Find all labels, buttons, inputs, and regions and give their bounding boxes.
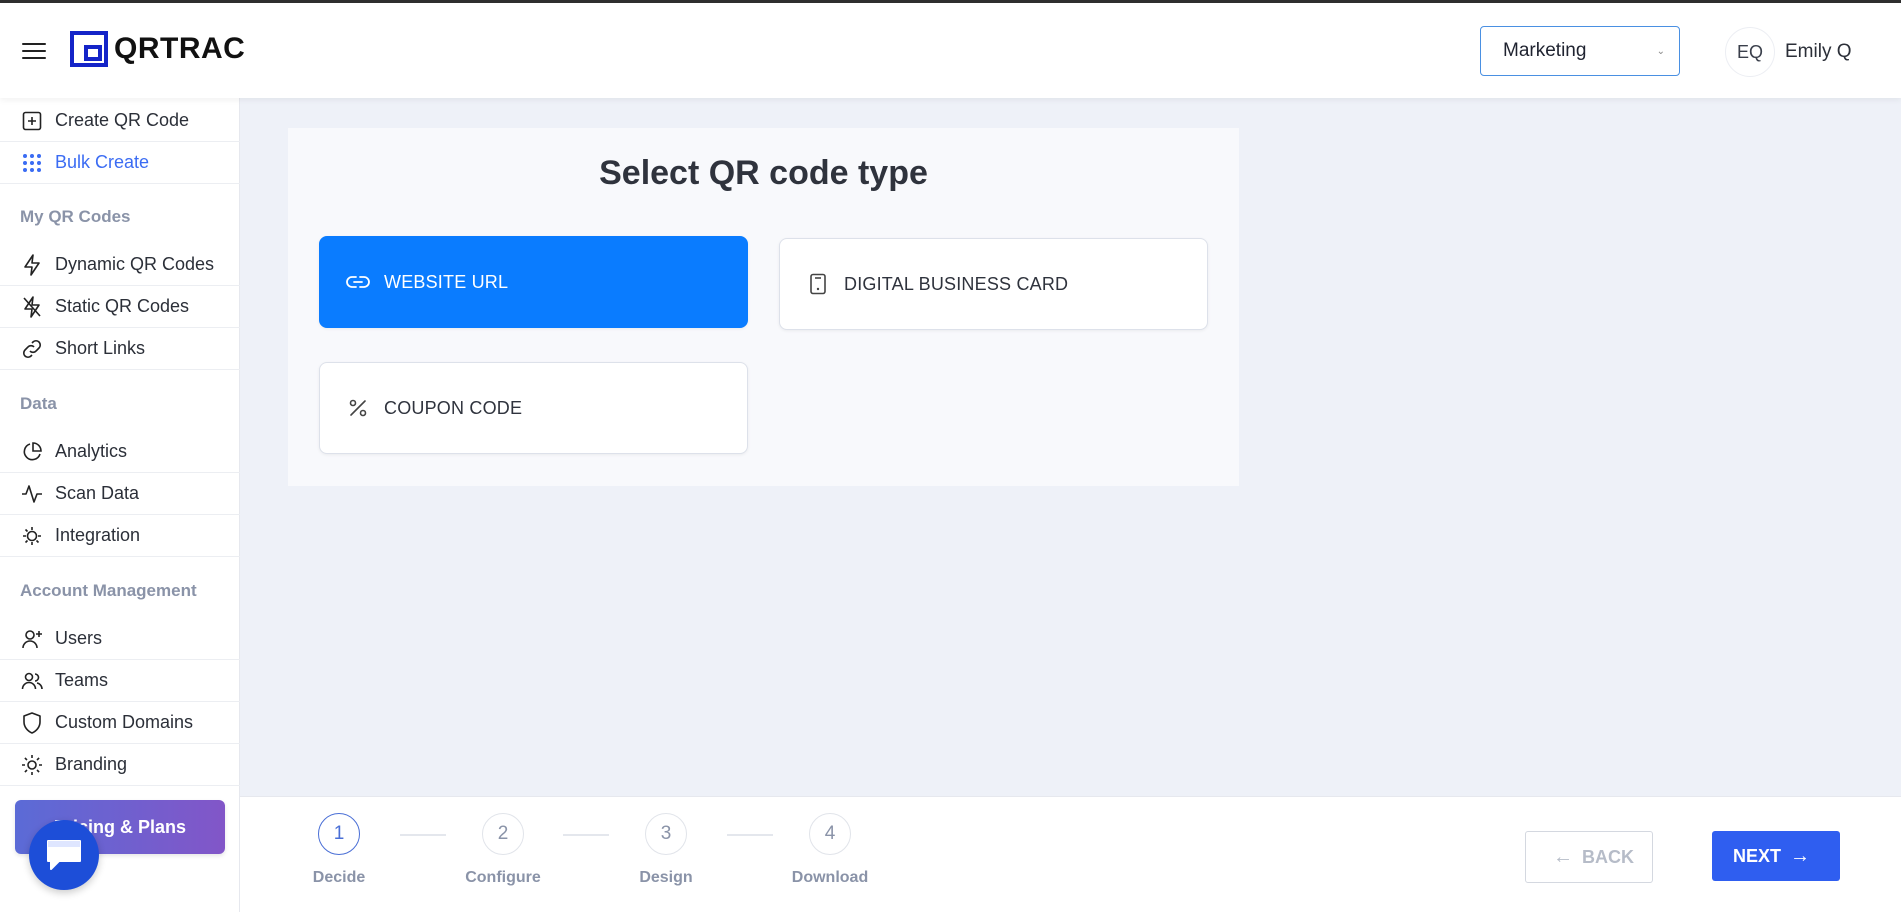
sidebar-item-label: Analytics — [55, 441, 128, 461]
sidebar-item-teams[interactable]: Teams — [0, 660, 240, 702]
arrow-right-icon: → — [1790, 844, 1810, 867]
chat-icon — [47, 840, 81, 870]
step-connector — [727, 834, 773, 836]
sidebar-item-analytics[interactable]: Analytics — [0, 431, 240, 473]
sidebar-item-label: Integration — [55, 525, 141, 545]
step-connector — [400, 834, 446, 836]
arrow-left-icon: ← — [1553, 845, 1573, 868]
user-name[interactable]: Emily Q — [1785, 41, 1852, 63]
plus-square-icon — [20, 109, 44, 133]
sidebar-item-static-qr-codes[interactable]: Static QR Codes — [0, 286, 240, 328]
link-icon — [346, 270, 370, 294]
type-label: DIGITAL BUSINESS CARD — [844, 273, 1069, 294]
sidebar-item-short-links[interactable]: Short Links — [0, 328, 240, 370]
app-logo[interactable]: QRTRAC — [70, 31, 245, 67]
sidebar-item-users[interactable]: Users — [0, 618, 240, 660]
sidebar-item-label: Scan Data — [55, 483, 140, 503]
lightning-off-icon — [20, 295, 44, 319]
type-label: WEBSITE URL — [384, 271, 509, 292]
type-label: COUPON CODE — [384, 397, 523, 418]
page-title: Select QR code type — [599, 154, 928, 192]
sidebar-item-custom-domains[interactable]: Custom Domains — [0, 702, 240, 744]
shield-icon — [20, 711, 44, 735]
step-number: 1 — [318, 813, 360, 855]
stepper-footer: 1 Decide 2 Configure 3 Design 4 Download… — [240, 796, 1901, 912]
percent-icon — [346, 396, 370, 420]
section-account-management: Account Management — [20, 581, 197, 600]
step-configure[interactable]: 2 Configure — [453, 813, 553, 887]
avatar[interactable]: EQ — [1725, 27, 1775, 77]
sidebar-item-label: Dynamic QR Codes — [55, 254, 215, 274]
team-select-value: Marketing — [1503, 40, 1587, 61]
sidebar-item-label: Teams — [55, 670, 109, 690]
top-header: QRTRAC Marketing ⌄ EQ Emily Q — [0, 3, 1901, 98]
section-data: Data — [20, 394, 57, 413]
step-download[interactable]: 4 Download — [780, 813, 880, 887]
sidebar-item-label: Static QR Codes — [55, 296, 190, 316]
type-digital-business-card[interactable]: DIGITAL BUSINESS CARD — [779, 238, 1208, 330]
step-number: 3 — [645, 813, 687, 855]
sun-icon — [20, 753, 44, 777]
step-label: Design — [639, 869, 693, 886]
chat-button[interactable] — [29, 820, 99, 890]
link-icon — [20, 337, 44, 361]
team-select[interactable]: Marketing ⌄ — [1480, 26, 1680, 76]
sidebar-item-label: Branding — [55, 754, 128, 774]
plug-icon — [20, 524, 44, 548]
back-label: BACK — [1582, 846, 1634, 867]
sidebar-item-label: Bulk Create — [55, 152, 150, 172]
phone-card-icon — [806, 272, 830, 296]
step-label: Configure — [465, 869, 541, 886]
qrtrac-logo-icon — [70, 31, 108, 67]
grid-dots-icon — [20, 151, 44, 175]
logo-text: QRTRAC — [114, 32, 246, 65]
sidebar-item-create-qr-code[interactable]: Create QR Code — [0, 100, 240, 142]
sidebar-item-dynamic-qr-codes[interactable]: Dynamic QR Codes — [0, 244, 240, 286]
chevron-down-icon: ⌄ — [1656, 46, 1665, 57]
step-connector — [563, 834, 609, 836]
next-button[interactable]: NEXT → — [1712, 831, 1840, 881]
type-coupon-code[interactable]: COUPON CODE — [319, 362, 748, 454]
section-my-qr-codes: My QR Codes — [20, 207, 131, 226]
step-label: Decide — [312, 869, 366, 886]
step-decide[interactable]: 1 Decide — [289, 813, 389, 887]
menu-icon[interactable] — [22, 43, 46, 61]
type-website-url[interactable]: WEBSITE URL — [319, 236, 748, 328]
step-number: 2 — [482, 813, 524, 855]
qr-type-card: Select QR code type WEBSITE URL DIGITAL … — [288, 128, 1239, 486]
sidebar-item-label: Users — [55, 628, 103, 648]
lightning-icon — [20, 253, 44, 277]
sidebar-item-label: Short Links — [55, 338, 146, 358]
sidebar-item-label: Custom Domains — [55, 712, 194, 732]
user-plus-icon — [20, 627, 44, 651]
next-label: NEXT — [1732, 845, 1781, 866]
users-icon — [20, 669, 44, 693]
step-design[interactable]: 3 Design — [616, 813, 716, 887]
back-button[interactable]: ← BACK — [1525, 831, 1653, 883]
sidebar-item-scan-data[interactable]: Scan Data — [0, 473, 240, 515]
step-label: Download — [791, 869, 869, 886]
sidebar-item-label: Create QR Code — [55, 110, 190, 130]
pie-chart-icon — [20, 440, 44, 464]
sidebar: Create QR Code Bulk Create My QR Codes D… — [0, 98, 240, 912]
sidebar-item-bulk-create[interactable]: Bulk Create — [0, 142, 240, 184]
sidebar-item-branding[interactable]: Branding — [0, 744, 240, 786]
sidebar-item-integration[interactable]: Integration — [0, 515, 240, 557]
step-number: 4 — [809, 813, 851, 855]
activity-icon — [20, 482, 44, 506]
